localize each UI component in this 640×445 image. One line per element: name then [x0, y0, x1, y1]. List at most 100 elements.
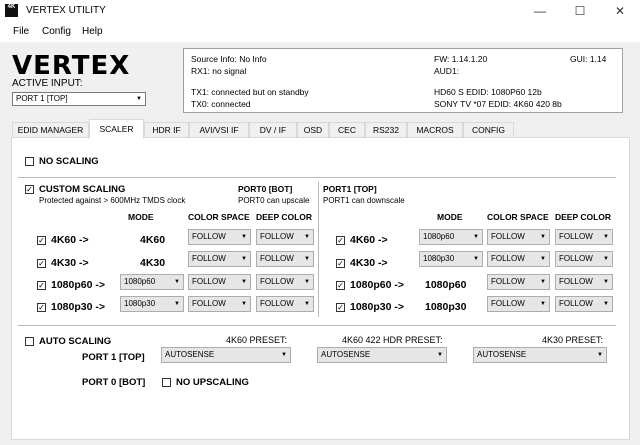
port0-row-checkbox[interactable]: ✓	[37, 236, 46, 245]
chevron-down-icon: ▼	[540, 234, 546, 240]
tab-cec[interactable]: CEC	[329, 122, 365, 138]
minimize-button[interactable]: —	[520, 0, 560, 22]
no-upscaling-checkbox[interactable]	[162, 378, 171, 387]
vertex-logo: VERTEX	[12, 51, 131, 81]
tab-edid-manager[interactable]: EDID MANAGER	[12, 122, 89, 138]
menu-help[interactable]: Help	[82, 26, 103, 37]
tab-scaler[interactable]: SCALER	[89, 119, 144, 139]
preset-4k60-hdr-label: 4K60 422 HDR PRESET:	[342, 335, 443, 345]
chevron-down-icon: ▼	[473, 256, 479, 262]
menu-config[interactable]: Config	[42, 26, 71, 37]
select-value: AUTOSENSE	[477, 350, 527, 359]
select-value: FOLLOW	[559, 232, 593, 241]
port1-deep-color-select[interactable]: FOLLOW ▼	[555, 274, 613, 290]
select-value: FOLLOW	[559, 277, 593, 286]
custom-scaling-label: CUSTOM SCALING	[39, 184, 126, 195]
port1-deep-color-select[interactable]: FOLLOW ▼	[555, 296, 613, 312]
active-input-value: PORT 1 [TOP]	[16, 94, 68, 103]
port1-color-space-select[interactable]: FOLLOW ▼	[487, 274, 550, 290]
sony-edid: SONY TV *07 EDID: 4K60 420 8b	[434, 99, 562, 109]
select-value: AUTOSENSE	[165, 350, 215, 359]
port0-mode-text: 4K30	[140, 257, 166, 269]
preset-4k60-select[interactable]: AUTOSENSE ▼	[161, 347, 291, 363]
port1-color-space-select[interactable]: FOLLOW ▼	[487, 229, 550, 245]
custom-scaling-checkbox[interactable]: ✓	[25, 185, 34, 194]
active-input-select[interactable]: PORT 1 [TOP] ▼	[12, 92, 146, 106]
port1-mode-text: 1080p60	[425, 279, 467, 291]
port0-deep-color-select[interactable]: FOLLOW ▼	[256, 274, 314, 290]
chevron-down-icon: ▼	[540, 301, 546, 307]
chevron-down-icon: ▼	[597, 352, 603, 358]
port1-mode-text: 1080p30	[425, 301, 467, 313]
port0-color-space-select[interactable]: FOLLOW ▼	[188, 274, 251, 290]
tab-config[interactable]: CONFIG	[463, 122, 514, 138]
port1-mode-select[interactable]: 1080p30 ▼	[419, 251, 483, 267]
port0-mode-text: 4K60	[140, 234, 166, 246]
port1-color-space-select[interactable]: FOLLOW ▼	[487, 251, 550, 267]
divider	[18, 325, 616, 326]
preset-4k60-hdr-select[interactable]: AUTOSENSE ▼	[317, 347, 447, 363]
port1-row-label: 4K30 ->	[350, 257, 388, 269]
port1-color-space-select[interactable]: FOLLOW ▼	[487, 296, 550, 312]
port0-row-checkbox[interactable]: ✓	[37, 259, 46, 268]
port1-note: PORT1 can downscale	[323, 196, 405, 205]
port0-note: PORT0 can upscale	[238, 196, 310, 205]
chevron-down-icon: ▼	[603, 234, 609, 240]
tab-dv-if[interactable]: DV / IF	[249, 122, 297, 138]
select-value: 1080p60	[423, 232, 455, 241]
port1-deep-color-select[interactable]: FOLLOW ▼	[555, 251, 613, 267]
tx1-status: TX1: connected but on standby	[191, 87, 309, 97]
menu-file[interactable]: File	[13, 26, 29, 37]
port0-row-checkbox[interactable]: ✓	[37, 281, 46, 290]
rx1-status: RX1: no signal	[191, 66, 247, 76]
select-value: FOLLOW	[491, 254, 525, 263]
no-scaling-checkbox[interactable]	[25, 157, 34, 166]
port1-top-label: PORT 1 [TOP]	[82, 352, 145, 363]
preset-4k30-select[interactable]: AUTOSENSE ▼	[473, 347, 607, 363]
chevron-down-icon: ▼	[174, 279, 180, 285]
port0-deep-color-select[interactable]: FOLLOW ▼	[256, 296, 314, 312]
header-deep-color-port1: DEEP COLOR	[555, 212, 612, 222]
maximize-button[interactable]: ☐	[560, 0, 600, 22]
port0-color-space-select[interactable]: FOLLOW ▼	[188, 296, 251, 312]
tab-rs232[interactable]: RS232	[365, 122, 407, 138]
port1-row-checkbox[interactable]: ✓	[336, 236, 345, 245]
custom-scaling-note: Protected against > 600MHz TMDS clock	[39, 196, 186, 205]
auto-scaling-checkbox[interactable]	[25, 337, 34, 346]
auto-scaling-label: AUTO SCALING	[39, 336, 112, 347]
select-value: FOLLOW	[260, 299, 294, 308]
select-value: FOLLOW	[491, 299, 525, 308]
chevron-down-icon: ▼	[304, 256, 310, 262]
port0-row-label: 1080p30 ->	[51, 301, 105, 313]
port0-color-space-select[interactable]: FOLLOW ▼	[188, 251, 251, 267]
source-info: Source Info: No Info	[191, 54, 267, 64]
port0-row-checkbox[interactable]: ✓	[37, 303, 46, 312]
chevron-down-icon: ▼	[603, 279, 609, 285]
port0-color-space-select[interactable]: FOLLOW ▼	[188, 229, 251, 245]
tab-hdr-if[interactable]: HDR IF	[144, 122, 189, 138]
preset-4k30-label: 4K30 PRESET:	[542, 335, 604, 345]
aud1-status: AUD1:	[434, 66, 460, 76]
port1-row-checkbox[interactable]: ✓	[336, 259, 345, 268]
select-value: FOLLOW	[559, 254, 593, 263]
port0-mode-select[interactable]: 1080p60 ▼	[120, 274, 184, 290]
port1-row-label: 1080p60 ->	[350, 279, 404, 291]
port1-deep-color-select[interactable]: FOLLOW ▼	[555, 229, 613, 245]
port1-row-checkbox[interactable]: ✓	[336, 281, 345, 290]
port1-row-checkbox[interactable]: ✓	[336, 303, 345, 312]
tab-avi-vsi-if[interactable]: AVI/VSI IF	[189, 122, 249, 138]
tab-osd[interactable]: OSD	[297, 122, 329, 138]
chevron-down-icon: ▼	[304, 279, 310, 285]
tab-macros[interactable]: MACROS	[407, 122, 463, 138]
active-input-label: ACTIVE INPUT:	[12, 78, 83, 89]
port0-deep-color-select[interactable]: FOLLOW ▼	[256, 251, 314, 267]
port1-mode-select[interactable]: 1080p60 ▼	[419, 229, 483, 245]
port0-mode-select[interactable]: 1080p30 ▼	[120, 296, 184, 312]
close-button[interactable]: ✕	[600, 0, 640, 22]
select-value: 1080p30	[423, 254, 455, 263]
select-value: FOLLOW	[192, 277, 226, 286]
port0-deep-color-select[interactable]: FOLLOW ▼	[256, 229, 314, 245]
port0-title: PORT0 [BOT]	[238, 184, 293, 194]
chevron-down-icon: ▼	[603, 301, 609, 307]
chevron-down-icon: ▼	[473, 234, 479, 240]
